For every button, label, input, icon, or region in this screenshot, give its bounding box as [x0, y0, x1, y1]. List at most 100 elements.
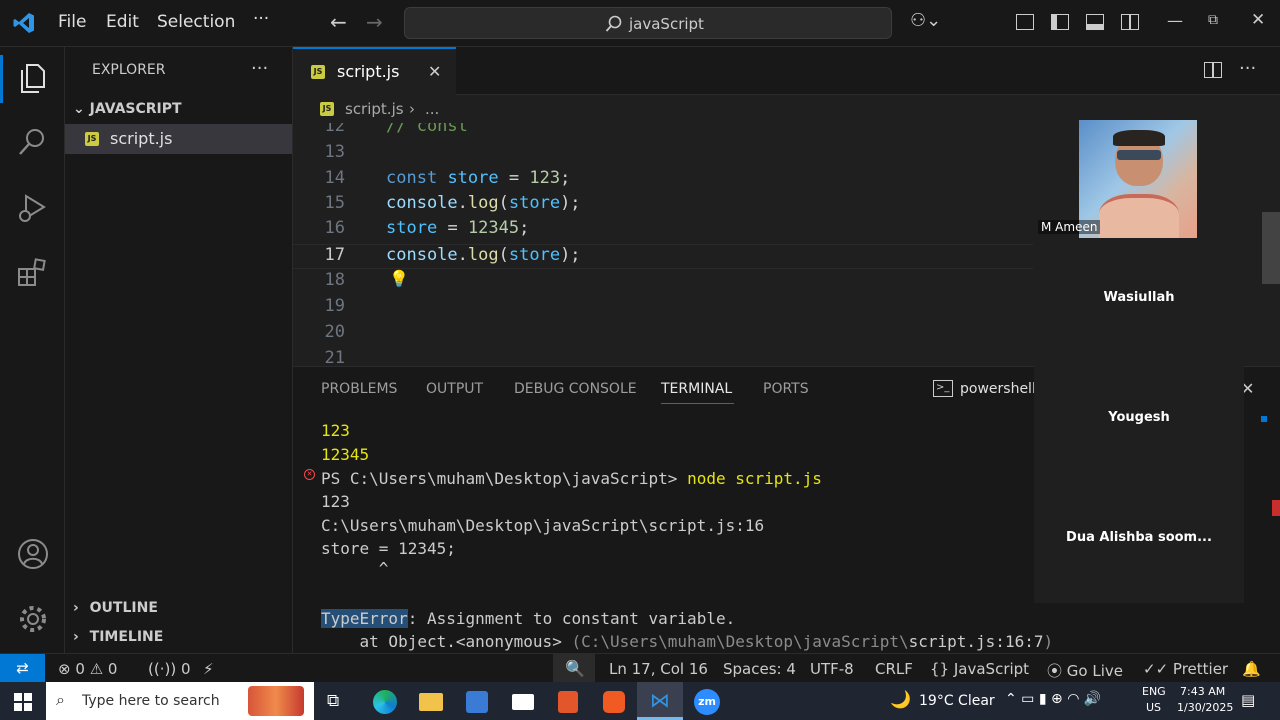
extensions-icon[interactable]: [16, 255, 50, 289]
participant-name: Dua Alishba soom...: [1066, 530, 1212, 545]
mail-icon[interactable]: [512, 694, 534, 710]
terminal-line: 12345: [321, 445, 370, 464]
chevron-right-icon: ›: [73, 629, 79, 645]
explorer-more-button[interactable]: ···: [251, 58, 268, 79]
indentation-status[interactable]: Spaces: 4: [723, 660, 796, 678]
lightning-icon[interactable]: ⚡: [203, 660, 214, 678]
go-live-button[interactable]: ⦿ Go Live: [1047, 660, 1123, 681]
remote-indicator-icon[interactable]: ⇄: [0, 654, 45, 683]
minimize-icon[interactable]: —: [1167, 11, 1183, 30]
ports-status[interactable]: ((·)) 0: [148, 660, 191, 678]
cursor-position[interactable]: Ln 17, Col 16: [609, 660, 708, 678]
run-debug-icon[interactable]: [16, 191, 50, 225]
toggle-primary-sidebar-icon[interactable]: [1051, 14, 1069, 30]
editor-more-icon[interactable]: ···: [1239, 58, 1256, 79]
activity-bar: [0, 47, 65, 653]
notifications-bell-icon[interactable]: 🔔: [1242, 660, 1261, 678]
line-number: 18: [324, 270, 345, 290]
folder-label: JAVASCRIPT: [89, 101, 182, 117]
breadcrumb-file[interactable]: script.js: [345, 100, 404, 118]
brave-browser-icon[interactable]: [603, 691, 625, 713]
code-editor[interactable]: 12 // const 13 14 const store = 123; 15 …: [293, 123, 1033, 366]
chevron-down-icon: ⌄: [73, 101, 85, 117]
back-arrow-icon[interactable]: ←: [330, 10, 347, 34]
toggle-panel-icon[interactable]: [1086, 14, 1104, 30]
clock-time[interactable]: 7:43 AM: [1180, 685, 1225, 698]
stack-file[interactable]: script.js:16:7: [909, 632, 1044, 651]
folder-javascript[interactable]: ⌄ JAVASCRIPT: [73, 101, 182, 117]
eol-status[interactable]: CRLF: [875, 660, 913, 678]
accounts-icon[interactable]: [16, 537, 50, 571]
restore-icon[interactable]: ⧉: [1208, 12, 1218, 28]
tab-terminal[interactable]: TERMINAL: [661, 381, 732, 397]
line-number: 12: [324, 123, 345, 136]
menu-more[interactable]: ···: [253, 9, 269, 29]
tab-output[interactable]: OUTPUT: [426, 381, 483, 397]
vscode-taskbar-button[interactable]: ⋈: [637, 682, 683, 720]
error-icon: ⊗: [58, 660, 71, 678]
search-sidebar-icon[interactable]: [16, 125, 50, 159]
system-tray-icons[interactable]: ⌃ ▭ ▮ ⊕ ◠ 🔊: [1005, 691, 1101, 707]
errors-status[interactable]: ⊗ 0 ⚠ 0: [58, 660, 117, 678]
explorer-icon[interactable]: [16, 61, 50, 95]
toggle-secondary-sidebar-icon[interactable]: [1121, 14, 1139, 30]
taskbar-search-box[interactable]: ⌕ Type here to search: [46, 682, 314, 720]
customize-layout-icon[interactable]: [1016, 14, 1034, 30]
search-highlight-image: [248, 686, 304, 716]
settings-gear-icon[interactable]: [16, 602, 50, 636]
office-icon[interactable]: [558, 691, 578, 713]
edge-browser-icon[interactable]: [373, 690, 397, 714]
code-line: 13: [293, 142, 1033, 167]
file-item-script-js[interactable]: JS script.js: [65, 124, 292, 154]
lightbulb-icon[interactable]: 💡: [389, 269, 409, 288]
file-explorer-icon[interactable]: [419, 693, 443, 711]
language-label: JavaScript: [953, 660, 1030, 678]
breadcrumb: JS script.js › ...: [293, 95, 1033, 123]
action-center-icon[interactable]: ▤: [1241, 691, 1255, 709]
language-mode[interactable]: {} JavaScript: [930, 660, 1029, 678]
file-label: script.js: [110, 129, 173, 148]
terminal-line: store = 12345;: [321, 539, 456, 558]
participant-shirt: [1099, 194, 1179, 238]
prettier-status[interactable]: ✓✓ Prettier: [1143, 660, 1228, 678]
breadcrumb-more[interactable]: ...: [425, 100, 439, 118]
chevron-right-icon: ›: [73, 600, 79, 616]
error-circle-icon: ✕: [304, 469, 315, 480]
task-view-icon[interactable]: ⧉: [327, 691, 339, 711]
menu-edit[interactable]: Edit: [106, 12, 139, 32]
windows-start-icon[interactable]: [14, 693, 32, 711]
zoom-indicator[interactable]: 🔍: [553, 654, 595, 683]
terminal-line: ^: [321, 559, 389, 578]
tab-ports[interactable]: PORTS: [763, 381, 809, 397]
encoding-status[interactable]: UTF-8: [810, 660, 854, 678]
weather-text[interactable]: 19°C Clear: [919, 693, 995, 709]
taskbar-search-icon: ⌕: [56, 690, 65, 709]
tab-debug-console[interactable]: DEBUG CONSOLE: [514, 381, 637, 397]
forward-arrow-icon[interactable]: →: [366, 10, 383, 34]
line-number: 19: [324, 296, 345, 316]
tab-script-js[interactable]: JS script.js ✕: [293, 47, 456, 95]
menu-selection[interactable]: Selection: [157, 12, 235, 32]
close-tab-icon[interactable]: ✕: [428, 62, 441, 81]
terminal-prompt: PS C:\Users\muham\Desktop\javaScript>: [321, 469, 678, 488]
tab-label: script.js: [337, 62, 400, 81]
editor-scrollbar[interactable]: [1262, 212, 1280, 284]
shell-label[interactable]: powershell: [960, 381, 1036, 397]
tab-problems[interactable]: PROBLEMS: [321, 381, 397, 397]
stack-close: ): [1043, 632, 1054, 651]
copilot-icon[interactable]: ⚇⌄: [910, 10, 941, 31]
broadcast-icon: ((·)): [148, 660, 177, 678]
input-language[interactable]: ENG: [1142, 685, 1166, 698]
search-icon: [605, 15, 622, 32]
zoom-app-icon[interactable]: zm: [694, 689, 720, 715]
split-editor-icon[interactable]: [1204, 62, 1222, 78]
weather-moon-icon: 🌙: [890, 690, 912, 710]
warning-icon: ⚠: [89, 660, 104, 678]
menu-file[interactable]: File: [58, 12, 86, 32]
outline-section[interactable]: › OUTLINE: [73, 600, 158, 616]
close-window-icon[interactable]: ✕: [1251, 10, 1265, 30]
js-file-icon: JS: [85, 132, 99, 146]
command-center-search[interactable]: javaScript: [404, 7, 892, 39]
timeline-section[interactable]: › TIMELINE: [73, 629, 163, 645]
store-icon[interactable]: [466, 691, 488, 713]
